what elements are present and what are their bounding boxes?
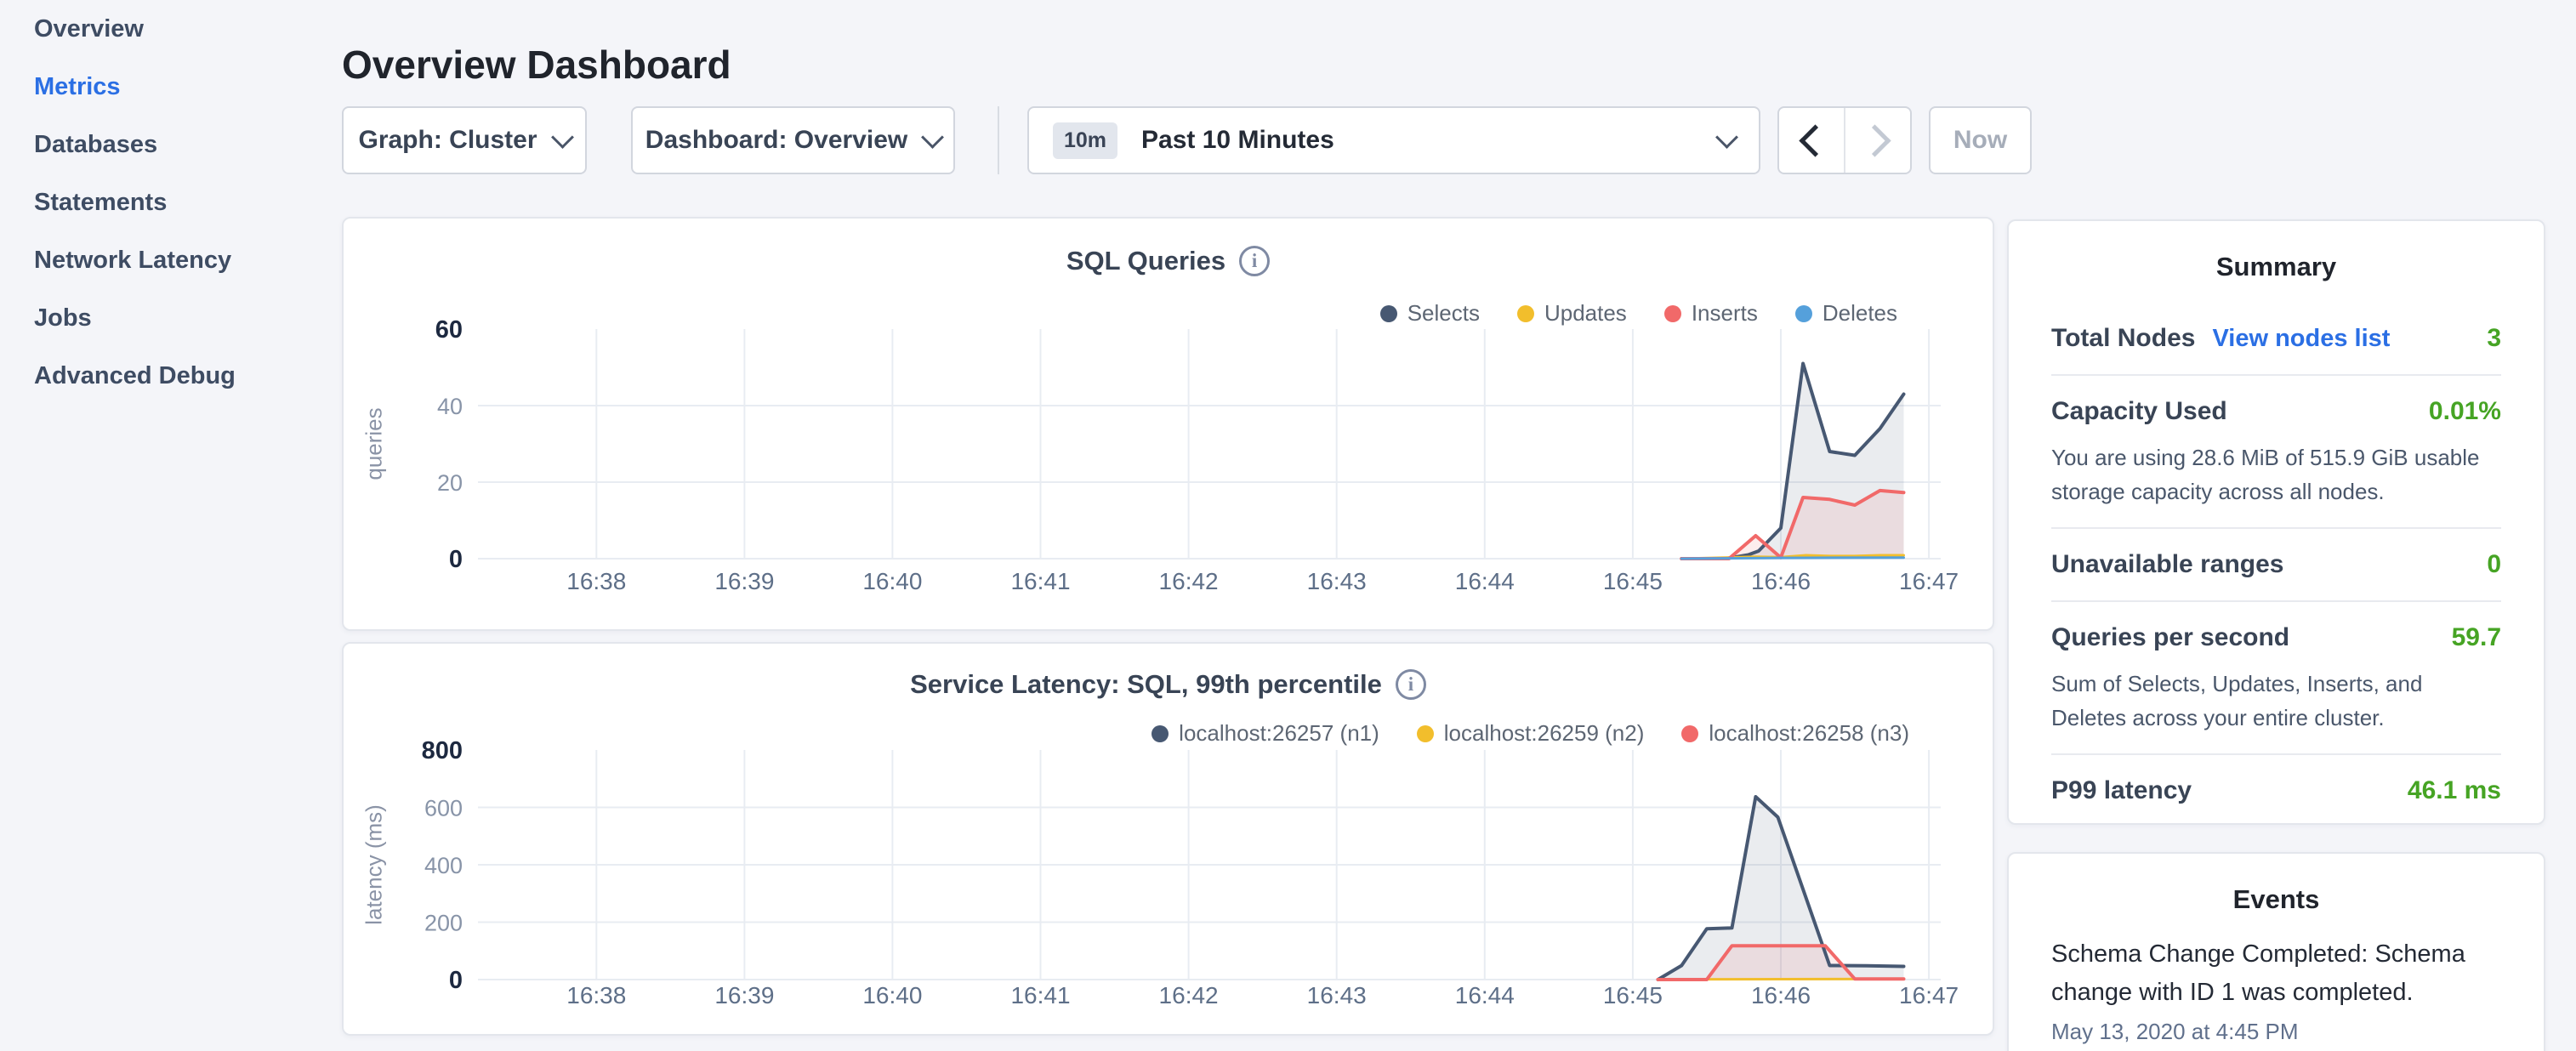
svg-text:60: 60 [435,316,463,344]
svg-text:16:42: 16:42 [1159,982,1219,1008]
summary-title: Summary [2051,252,2501,282]
now-button[interactable]: Now [1929,106,2032,174]
capacity-used-label: Capacity Used [2051,395,2227,429]
sidebar-item-statements[interactable]: Statements [0,173,340,231]
svg-text:16:47: 16:47 [1899,568,1959,594]
chart-plot-area[interactable]: 16:38 16:39 16:40 16:41 16:42 16:43 16:44 16:45… [344,644,1996,1042]
svg-text:16:40: 16:40 [862,982,922,1008]
time-range-dropdown[interactable]: 10m Past 10 Minutes [1027,106,1760,174]
chevron-left-icon [1799,124,1831,156]
sidebar-item-network-latency[interactable]: Network Latency [0,231,340,289]
sidebar: Overview Metrics Databases Statements Ne… [0,0,340,405]
dashboard-label: Dashboard: Overview [645,126,907,155]
time-range-badge: 10m [1053,122,1117,159]
svg-text:16:44: 16:44 [1455,568,1515,594]
summary-panel: Summary Total Nodes View nodes list 3 Ca… [2007,219,2545,825]
chart-plot-area[interactable]: 16:38 16:39 16:40 16:41 16:42 16:43 16:44 16:45… [344,219,1996,637]
time-prev-button[interactable] [1779,108,1845,173]
sql-queries-chart-card: SQL Queries SelectsUpdatesInsertsDeletes… [342,217,1994,631]
p99-latency-value: 46.1 ms [2408,774,2501,808]
total-nodes-label: Total Nodes [2051,321,2195,355]
sidebar-item-databases[interactable]: Databases [0,116,340,173]
svg-text:16:39: 16:39 [714,982,774,1008]
svg-text:16:42: 16:42 [1159,568,1219,594]
chevron-down-icon [1715,126,1738,149]
summary-row-capacity: Capacity Used 0.01% You are using 28.6 M… [2051,376,2501,529]
svg-text:0: 0 [449,967,463,994]
chevron-right-icon [1858,124,1891,156]
event-timestamp: May 13, 2020 at 4:45 PM [2051,1019,2501,1045]
unavailable-ranges-value: 0 [2487,548,2501,582]
svg-text:16:43: 16:43 [1307,568,1367,594]
svg-text:0: 0 [449,546,463,573]
capacity-used-value: 0.01% [2429,395,2501,429]
events-title: Events [2051,884,2501,915]
chevron-down-icon [921,126,944,149]
svg-text:16:46: 16:46 [1751,982,1811,1008]
events-panel: Events Schema Change Completed: Schema c… [2007,852,2545,1051]
toolbar-divider [998,106,999,174]
event-item[interactable]: Schema Change Completed: Schema change w… [2051,935,2501,1045]
graph-scope-dropdown[interactable]: Graph: Cluster [342,106,587,174]
summary-row-p99: P99 latency 46.1 ms [2051,755,2501,827]
page-title: Overview Dashboard [342,42,731,88]
chart-svg: 16:38 16:39 16:40 16:41 16:42 16:43 16:44 16:45… [344,219,1996,633]
event-text: Schema Change Completed: Schema change w… [2051,935,2501,1012]
svg-text:16:38: 16:38 [566,568,626,594]
chevron-down-icon [551,126,574,149]
sidebar-item-overview[interactable]: Overview [0,0,340,58]
qps-label: Queries per second [2051,621,2289,655]
sidebar-item-jobs[interactable]: Jobs [0,289,340,347]
summary-row-qps: Queries per second 59.7 Sum of Selects, … [2051,602,2501,755]
overview-dashboard-page: Overview Metrics Databases Statements Ne… [0,0,2576,1051]
svg-text:16:45: 16:45 [1603,568,1663,594]
view-nodes-list-link[interactable]: View nodes list [2212,321,2390,355]
summary-row-unavailable-ranges: Unavailable ranges 0 [2051,529,2501,602]
svg-text:16:43: 16:43 [1307,982,1367,1008]
time-step-buttons [1777,106,1912,174]
p99-latency-label: P99 latency [2051,774,2192,808]
svg-text:20: 20 [437,470,463,496]
svg-text:800: 800 [422,737,463,764]
svg-text:16:44: 16:44 [1455,982,1515,1008]
svg-text:16:40: 16:40 [862,568,922,594]
svg-text:400: 400 [424,853,463,878]
sidebar-item-advanced-debug[interactable]: Advanced Debug [0,347,340,405]
dashboard-dropdown[interactable]: Dashboard: Overview [631,106,955,174]
svg-text:16:41: 16:41 [1010,982,1070,1008]
svg-text:16:46: 16:46 [1751,568,1811,594]
graph-scope-label: Graph: Cluster [358,126,537,155]
svg-text:16:45: 16:45 [1603,982,1663,1008]
sidebar-item-metrics[interactable]: Metrics [0,58,340,116]
svg-text:200: 200 [424,911,463,936]
chart-svg: 16:38 16:39 16:40 16:41 16:42 16:43 16:44 16:45… [344,644,1996,1037]
svg-text:16:41: 16:41 [1010,568,1070,594]
qps-description: Sum of Selects, Updates, Inserts, and De… [2051,667,2501,735]
time-range-label: Past 10 Minutes [1141,126,1334,155]
qps-value: 59.7 [2452,621,2501,655]
summary-row-total-nodes: Total Nodes View nodes list 3 [2051,303,2501,376]
svg-text:40: 40 [437,394,463,419]
capacity-used-description: You are using 28.6 MiB of 515.9 GiB usab… [2051,440,2501,508]
svg-text:600: 600 [424,796,463,821]
total-nodes-value: 3 [2487,321,2501,355]
service-latency-chart-card: Service Latency: SQL, 99th percentile lo… [342,642,1994,1036]
svg-text:16:39: 16:39 [714,568,774,594]
unavailable-ranges-label: Unavailable ranges [2051,548,2283,582]
time-next-button[interactable] [1845,108,1910,173]
svg-text:16:47: 16:47 [1899,982,1959,1008]
svg-text:16:38: 16:38 [566,982,626,1008]
